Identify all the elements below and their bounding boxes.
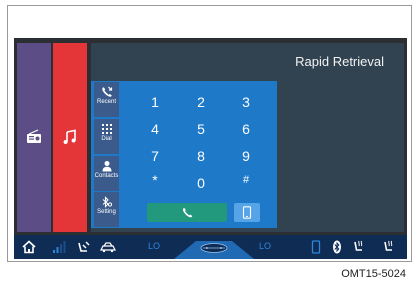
menu-item-label: Contacts <box>94 173 119 179</box>
menu-item-label: Dial <box>101 136 112 142</box>
infotainment-screen: Rapid Retrieval Recent Dial Contacts Set… <box>14 38 407 259</box>
right-temperature[interactable]: LO <box>259 241 271 251</box>
bluetooth-settings-icon <box>102 196 112 208</box>
key-star[interactable]: * <box>135 168 175 192</box>
left-temperature[interactable]: LO <box>148 241 160 251</box>
dialpad-icon <box>101 124 112 134</box>
home-icon[interactable] <box>22 239 36 255</box>
key-0[interactable]: 0 <box>181 171 221 195</box>
key-3[interactable]: 3 <box>226 90 266 114</box>
mobile-phone-button[interactable] <box>234 203 260 222</box>
seat-heat-left-icon[interactable] <box>352 239 364 255</box>
key-5[interactable]: 5 <box>181 117 221 141</box>
seat-heat-right-icon[interactable] <box>382 239 394 255</box>
menu-item-label: Setting <box>97 209 116 215</box>
music-tile[interactable] <box>53 43 87 232</box>
contacts-icon <box>102 161 111 172</box>
key-7[interactable]: 7 <box>135 144 175 168</box>
main-panel: Rapid Retrieval Recent Dial Contacts Set… <box>91 43 404 232</box>
radio-tile[interactable] <box>17 43 51 232</box>
phone-dialer-panel: Recent Dial Contacts Setting 1 2 3 4 5 6… <box>91 81 277 228</box>
radio-icon <box>27 129 41 143</box>
music-note-icon <box>63 129 76 144</box>
recent-calls-icon <box>101 86 112 97</box>
phone-status-icon <box>311 240 321 254</box>
fan-icon[interactable] <box>174 235 254 259</box>
menu-item-setting[interactable]: Setting <box>94 192 119 227</box>
key-9[interactable]: 9 <box>226 144 266 168</box>
menu-item-recent[interactable]: Recent <box>94 82 119 117</box>
menu-item-contacts[interactable]: Contacts <box>94 156 119 191</box>
bluetooth-icon <box>333 240 341 254</box>
menu-item-label: Recent <box>96 99 116 105</box>
menu-item-dial[interactable]: Dial <box>94 119 119 154</box>
key-6[interactable]: 6 <box>226 117 266 141</box>
phone-handset-icon <box>182 207 192 218</box>
key-8[interactable]: 8 <box>181 144 221 168</box>
key-4[interactable]: 4 <box>135 117 175 141</box>
key-hash[interactable]: # <box>226 168 266 192</box>
signal-bars-icon <box>53 241 66 253</box>
figure-code: OMT15-5024 <box>341 268 406 280</box>
climate-bar: LO LO <box>14 235 407 259</box>
key-1[interactable]: 1 <box>135 90 175 114</box>
recirculation-icon[interactable] <box>99 239 117 255</box>
mobile-phone-icon <box>242 206 252 219</box>
key-2[interactable]: 2 <box>181 90 221 114</box>
call-button[interactable] <box>147 203 227 222</box>
seat-airflow-icon[interactable] <box>77 239 91 255</box>
page-title: Rapid Retrieval <box>295 54 384 69</box>
